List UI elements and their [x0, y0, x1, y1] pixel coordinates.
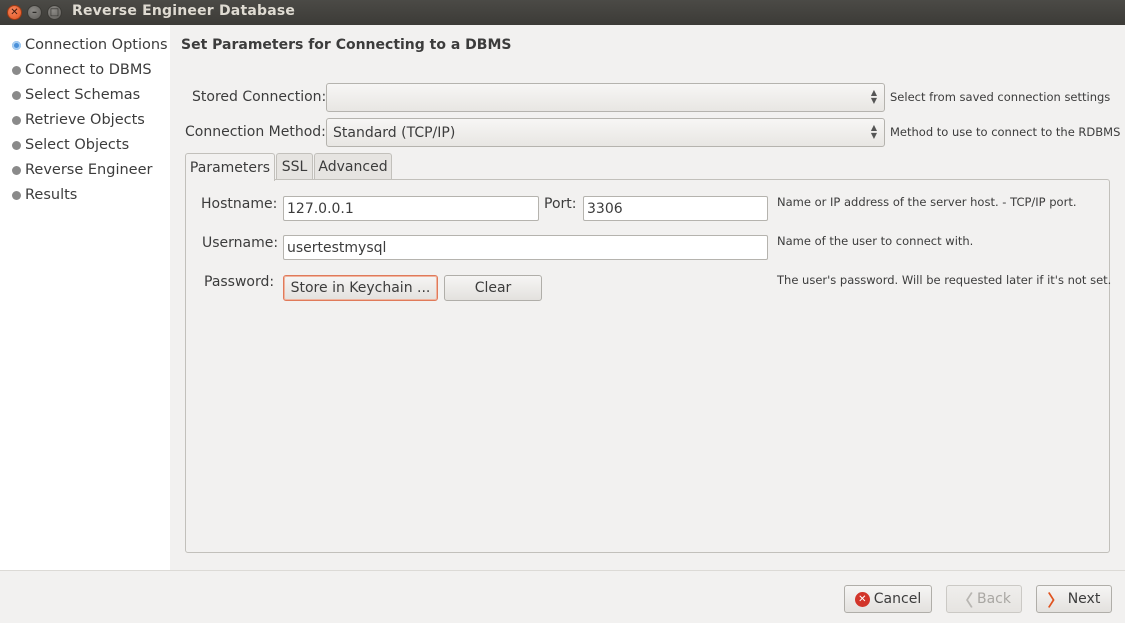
step-active-dot-icon — [12, 40, 21, 50]
store-in-keychain-button[interactable]: Store in Keychain ... — [283, 275, 438, 301]
close-icon: ✕ — [10, 6, 19, 18]
cancel-label: Cancel — [873, 591, 922, 607]
hostname-label: Hostname: — [201, 196, 278, 212]
footer-separator — [0, 570, 1125, 571]
hostname-value: 127.0.0.1 — [287, 200, 354, 217]
step-dot-icon — [12, 115, 21, 125]
password-hint: The user's password. Will be requested l… — [777, 273, 1112, 287]
password-label: Password: — [204, 274, 275, 290]
stored-connection-label: Stored Connection: — [192, 89, 327, 105]
combo-arrows-icon: ▲ ▼ — [870, 123, 877, 140]
step-reverse-engineer: Reverse Engineer — [12, 159, 152, 181]
tab-label: SSL — [281, 159, 308, 175]
step-retrieve-objects: Retrieve Objects — [12, 109, 145, 131]
window-close-button[interactable]: ✕ — [7, 5, 22, 20]
tab-parameters[interactable]: Parameters — [185, 153, 275, 181]
port-label: Port: — [544, 196, 577, 212]
step-label: Select Schemas — [25, 87, 141, 103]
step-label: Connect to DBMS — [25, 62, 152, 78]
port-field[interactable]: 3306 — [583, 196, 768, 221]
connection-method-select[interactable]: Standard (TCP/IP) ▲ ▼ — [326, 118, 885, 147]
store-in-keychain-label: Store in Keychain ... — [290, 280, 431, 296]
step-select-schemas: Select Schemas — [12, 84, 140, 106]
chevron-right-icon: 〉 — [1047, 591, 1064, 610]
step-label: Results — [25, 187, 78, 203]
username-field[interactable]: usertestmysql — [283, 235, 768, 260]
tab-label: Parameters — [189, 159, 271, 176]
tab-ssl[interactable]: SSL — [276, 153, 313, 180]
step-connection-options: Connection Options — [12, 34, 168, 56]
username-label: Username: — [202, 235, 279, 251]
stored-connection-hint: Select from saved connection settings — [890, 90, 1111, 104]
step-label: Retrieve Objects — [25, 112, 145, 128]
step-dot-icon — [12, 165, 21, 175]
cancel-icon: ✕ — [854, 591, 870, 607]
maximize-icon: □ — [49, 6, 60, 18]
step-dot-icon — [12, 140, 21, 150]
hostname-hint: Name or IP address of the server host. -… — [777, 195, 1077, 209]
step-connect-to-dbms: Connect to DBMS — [12, 59, 152, 81]
step-dot-icon — [12, 190, 21, 200]
connection-method-label: Connection Method: — [185, 124, 326, 140]
hostname-field[interactable]: 127.0.0.1 — [283, 196, 539, 221]
stored-connection-select[interactable]: ▲ ▼ — [326, 83, 885, 112]
port-value: 3306 — [587, 200, 623, 217]
title-bar: ✕ – □ Reverse Engineer Database — [0, 0, 1125, 25]
step-results: Results — [12, 184, 77, 206]
username-value: usertestmysql — [287, 239, 387, 256]
minimize-icon: – — [32, 6, 37, 18]
back-button[interactable]: 〈 Back — [946, 585, 1022, 613]
back-label: Back — [977, 591, 1011, 607]
window-minimize-button[interactable]: – — [27, 5, 42, 20]
step-label: Select Objects — [25, 137, 130, 153]
window-maximize-button[interactable]: □ — [47, 5, 62, 20]
username-hint: Name of the user to connect with. — [777, 234, 974, 248]
step-dot-icon — [12, 90, 21, 100]
next-button[interactable]: 〉 Next — [1036, 585, 1112, 613]
connection-method-value: Standard (TCP/IP) — [333, 124, 456, 141]
step-select-objects: Select Objects — [12, 134, 129, 156]
tab-advanced[interactable]: Advanced — [314, 153, 392, 180]
tab-label: Advanced — [318, 159, 388, 175]
next-label: Next — [1067, 591, 1101, 607]
step-label: Reverse Engineer — [25, 162, 153, 178]
connection-method-hint: Method to use to connect to the RDBMS — [890, 125, 1121, 139]
clear-label: Clear — [474, 280, 512, 296]
clear-password-button[interactable]: Clear — [444, 275, 542, 301]
wizard-steps-sidebar: Connection Options Connect to DBMS Selec… — [0, 25, 170, 570]
step-dot-icon — [12, 65, 21, 75]
window-title: Reverse Engineer Database — [72, 3, 296, 19]
step-label: Connection Options — [25, 37, 168, 53]
page-title: Set Parameters for Connecting to a DBMS — [181, 37, 512, 53]
cancel-button[interactable]: ✕ Cancel — [844, 585, 932, 613]
combo-arrows-icon: ▲ ▼ — [870, 88, 877, 105]
chevron-left-icon: 〈 — [956, 591, 973, 610]
